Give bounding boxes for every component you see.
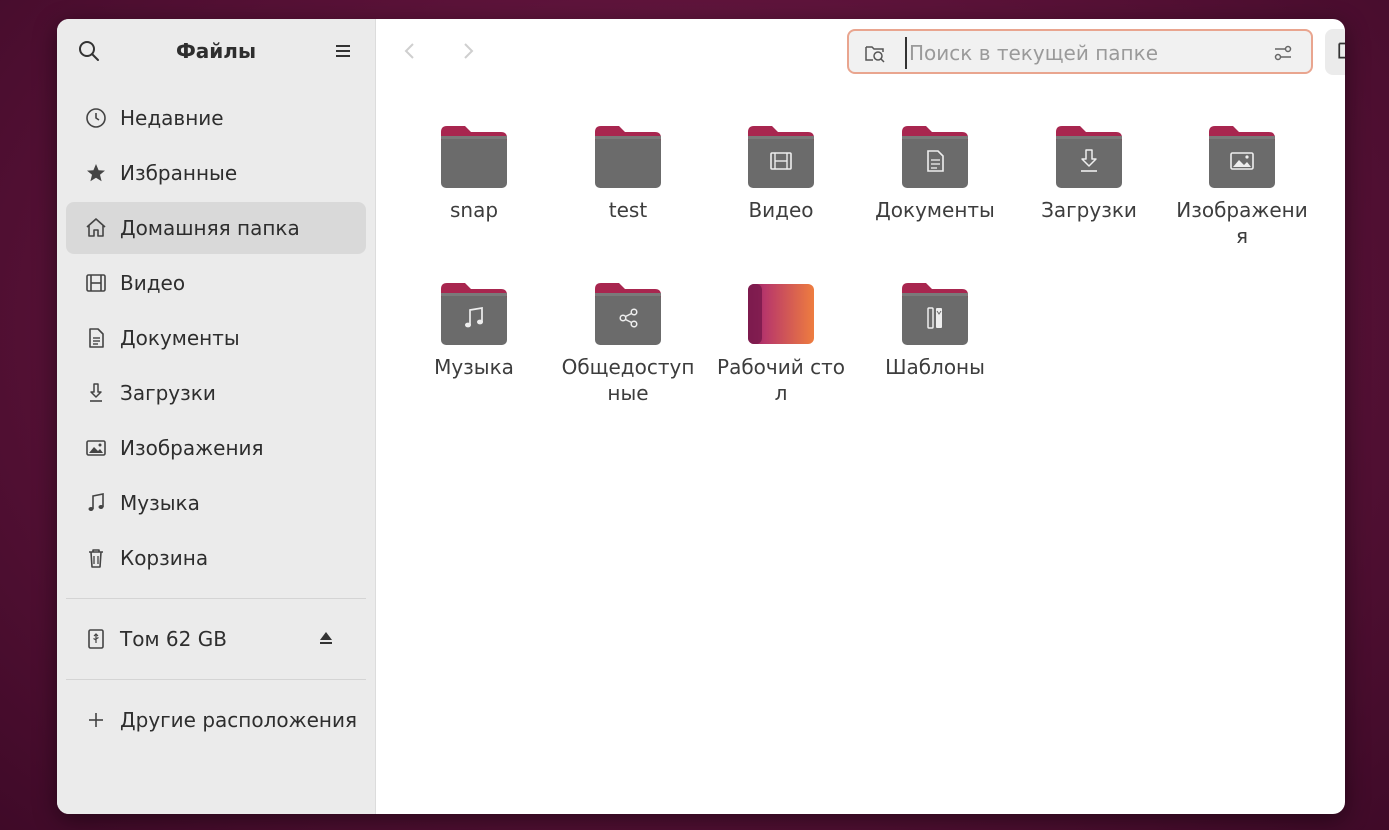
sidebar-item-other-locations[interactable]: Другие расположения [66,694,366,746]
sidebar-item-label: Избранные [120,161,238,185]
main-content: snap test Видео Документы [376,19,1345,814]
file-name: Шаблоны [885,355,985,379]
file-name: Документы [875,198,995,222]
eject-icon[interactable] [316,628,336,648]
sidebar-item-videos[interactable]: Видео [66,257,366,309]
file-name: Общедоступные [561,355,695,405]
pictures-folder-icon [1207,124,1277,190]
plus-icon [84,708,108,732]
video-folder-icon [746,124,816,190]
sidebar-item-downloads[interactable]: Загрузки [66,367,366,419]
file-item[interactable]: Шаблоны [865,281,1005,380]
sidebar-item-pictures[interactable]: Изображения [66,422,366,474]
file-name: Изображения [1176,198,1308,248]
image-icon [84,436,108,460]
file-item[interactable]: Видео [711,124,851,223]
usb-drive-icon [84,627,108,651]
sidebar: Файлы Недавние Избранные Домашняя папка … [57,19,376,814]
file-item[interactable]: Музыка [404,281,544,380]
star-icon [84,161,108,185]
download-icon [84,381,108,405]
search-field[interactable] [847,29,1313,74]
file-item[interactable]: Изображения [1172,124,1312,249]
desktop-folder-icon [746,281,816,347]
sidebar-item-label: Другие расположения [120,708,358,732]
file-name: Рабочий стол [717,355,845,405]
search-everywhere-button[interactable] [1325,29,1345,75]
sidebar-item-label: Домашняя папка [120,216,300,240]
folder-search-icon [863,41,887,65]
documents-folder-icon [900,124,970,190]
folder-search-icon [1336,37,1345,67]
templates-folder-icon [900,281,970,347]
forward-arrow-icon[interactable] [456,39,480,63]
header-bar [376,19,1345,85]
sidebar-item-recent[interactable]: Недавние [66,92,366,144]
sidebar-item-starred[interactable]: Избранные [66,147,366,199]
sidebar-divider [66,679,366,680]
sidebar-places: Недавние Избранные Домашняя папка Видео [66,92,366,749]
folder-icon [439,124,509,190]
sidebar-item-label: Изображения [120,436,264,460]
sidebar-item-label: Недавние [120,106,224,130]
file-name: Музыка [434,355,514,379]
sidebar-item-home[interactable]: Домашняя папка [66,202,366,254]
film-icon [84,271,108,295]
sidebar-item-label: Видео [120,271,186,295]
home-icon [84,216,108,240]
file-item[interactable]: snap [404,124,544,223]
sidebar-header: Файлы [57,19,375,85]
sidebar-item-trash[interactable]: Корзина [66,532,366,584]
back-arrow-icon[interactable] [398,39,422,63]
sidebar-item-label: Документы [120,326,240,350]
file-item[interactable]: Рабочий стол [711,281,851,406]
public-folder-icon [593,281,663,347]
file-item[interactable]: Общедоступные [558,281,698,406]
sidebar-item-label: Том 62 GB [120,627,227,651]
sidebar-divider [66,598,366,599]
downloads-folder-icon [1054,124,1124,190]
document-icon [84,326,108,350]
folder-icon [593,124,663,190]
sidebar-item-music[interactable]: Музыка [66,477,366,529]
file-name: test [608,198,648,222]
sidebar-item-volume[interactable]: Том 62 GB [66,613,366,665]
file-name: Загрузки [1041,198,1137,222]
music-folder-icon [439,281,509,347]
music-note-icon [84,491,108,515]
app-title: Файлы [175,39,257,63]
search-input[interactable] [905,37,1261,69]
file-manager-window: Файлы Недавние Избранные Домашняя папка … [57,19,1345,814]
file-item[interactable]: Загрузки [1019,124,1159,223]
trash-icon [84,546,108,570]
filter-icon[interactable] [1271,41,1295,65]
sidebar-item-label: Музыка [120,491,200,515]
hamburger-menu-icon[interactable] [331,39,355,63]
file-item[interactable]: Документы [865,124,1005,223]
file-name: Видео [748,198,814,222]
file-name: snap [449,198,499,222]
file-item[interactable]: test [558,124,698,223]
clock-icon [84,106,108,130]
sidebar-item-label: Загрузки [120,381,216,405]
sidebar-item-documents[interactable]: Документы [66,312,366,364]
sidebar-item-label: Корзина [120,546,209,570]
